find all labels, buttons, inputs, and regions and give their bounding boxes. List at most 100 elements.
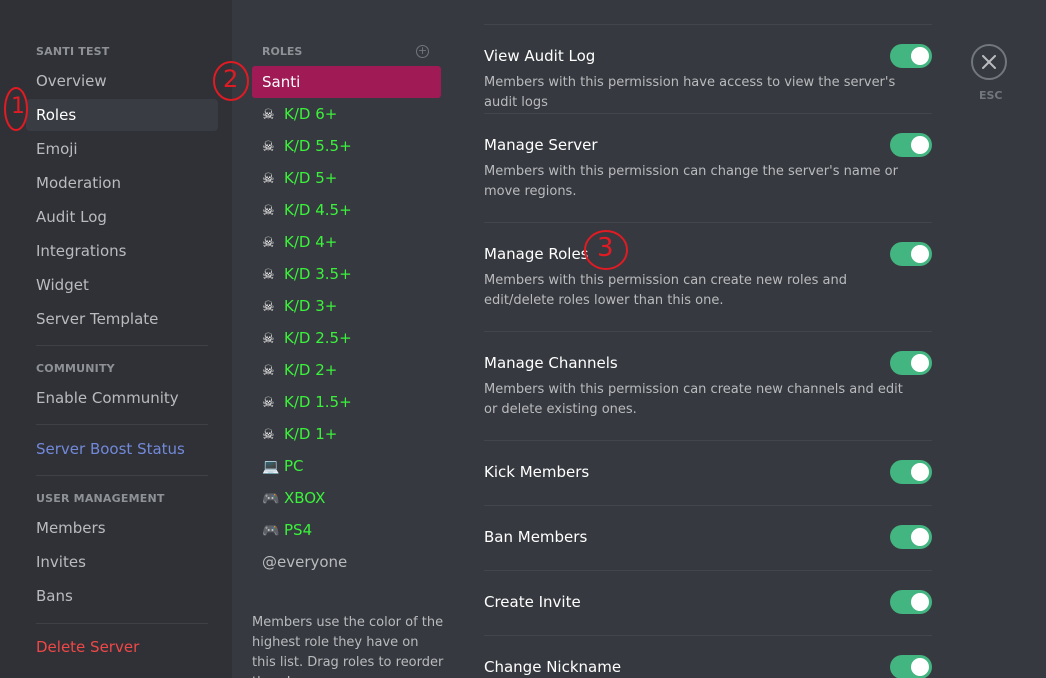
toggle-knob	[911, 593, 929, 611]
annotation-3: 3	[583, 228, 629, 272]
sidebar-item-server-template[interactable]: Server Template	[26, 303, 218, 335]
sidebar-divider	[36, 475, 208, 476]
sidebar-item-server-boost-status[interactable]: Server Boost Status	[26, 433, 218, 465]
permission-divider	[484, 24, 932, 25]
sidebar-item-bans[interactable]: Bans	[26, 580, 218, 612]
role-name: K/D 3+	[284, 297, 338, 315]
permission-toggle-manage-server[interactable]	[890, 133, 932, 157]
permission-toggle-ban-members[interactable]	[890, 525, 932, 549]
role-item-everyone[interactable]: @everyone	[252, 546, 441, 578]
role-item-k-d-3[interactable]: ☠ K/D 3+	[252, 290, 441, 322]
server-name-header: SANTI TEST	[36, 45, 110, 58]
sidebar-item-delete-server[interactable]: Delete Server	[26, 631, 218, 663]
sidebar-item-overview[interactable]: Overview	[26, 65, 218, 97]
skull-icon: ☠	[262, 171, 275, 187]
toggle-knob	[911, 528, 929, 546]
permission-divider	[484, 440, 932, 441]
toggle-knob	[911, 245, 929, 263]
permission-title-create-invite: Create Invite	[484, 593, 581, 611]
permission-toggle-change-nickname[interactable]	[890, 655, 932, 678]
role-item-pc[interactable]: 💻 PC	[252, 450, 441, 482]
toggle-knob	[911, 47, 929, 65]
skull-icon: ☠	[262, 235, 275, 251]
permission-divider	[484, 222, 932, 223]
permission-title-change-nickname: Change Nickname	[484, 658, 622, 676]
role-name: Santi	[262, 73, 301, 91]
sidebar-item-widget[interactable]: Widget	[26, 269, 218, 301]
permission-title-manage-roles: Manage Roles	[484, 245, 589, 263]
role-item-k-d-1-5[interactable]: ☠ K/D 1.5+	[252, 386, 441, 418]
close-button[interactable]	[971, 44, 1007, 80]
roles-hint: Members use the color of the highest rol…	[252, 615, 444, 678]
gamepad-icon: 🎮	[262, 491, 280, 507]
role-name: K/D 3.5+	[284, 265, 352, 283]
roles-header: ROLES	[262, 45, 303, 58]
role-item-k-d-1[interactable]: ☠ K/D 1+	[252, 418, 441, 450]
role-name: K/D 2+	[284, 361, 338, 379]
sidebar-item-emoji[interactable]: Emoji	[26, 133, 218, 165]
role-item-santi[interactable]: Santi	[252, 66, 441, 98]
sidebar-divider	[36, 623, 208, 624]
role-item-k-d-2[interactable]: ☠ K/D 2+	[252, 354, 441, 386]
community-header: COMMUNITY	[36, 362, 115, 375]
role-name: K/D 4+	[284, 233, 338, 251]
permission-toggle-create-invite[interactable]	[890, 590, 932, 614]
role-item-xbox[interactable]: 🎮 XBOX	[252, 482, 441, 514]
annotation-1-label: 1	[11, 94, 25, 119]
role-name: K/D 5+	[284, 169, 338, 187]
skull-icon: ☠	[262, 427, 275, 443]
role-item-k-d-5-5[interactable]: ☠ K/D 5.5+	[252, 130, 441, 162]
role-item-ps4[interactable]: 🎮 PS4	[252, 514, 441, 546]
permission-toggle-kick-members[interactable]	[890, 460, 932, 484]
toggle-knob	[911, 463, 929, 481]
skull-icon: ☠	[262, 267, 275, 283]
role-name: PS4	[284, 521, 313, 539]
permission-title-ban-members: Ban Members	[484, 528, 588, 546]
permission-description: Members with this permission can create …	[484, 382, 903, 417]
permission-title-manage-server: Manage Server	[484, 136, 598, 154]
sidebar-item-roles[interactable]: Roles	[26, 99, 218, 131]
sidebar-item-invites[interactable]: Invites	[26, 546, 218, 578]
permission-toggle-manage-channels[interactable]	[890, 351, 932, 375]
role-item-k-d-3-5[interactable]: ☠ K/D 3.5+	[252, 258, 441, 290]
permission-toggle-manage-roles[interactable]	[890, 242, 932, 266]
permission-title-manage-channels: Manage Channels	[484, 354, 618, 372]
toggle-knob	[911, 658, 929, 676]
role-item-k-d-2-5[interactable]: ☠ K/D 2.5+	[252, 322, 441, 354]
role-item-k-d-4[interactable]: ☠ K/D 4+	[252, 226, 441, 258]
role-item-k-d-4-5[interactable]: ☠ K/D 4.5+	[252, 194, 441, 226]
settings-sidebar: SANTI TEST Overview Roles Emoji Moderati…	[0, 0, 232, 678]
roles-column: ROLES + Santi ☠ K/D 6+ ☠ K/D 5.5+ ☠ K/D 5+ ☠ K/D…	[232, 0, 450, 678]
permission-title-view-audit-log: View Audit Log	[484, 47, 596, 65]
role-name: @everyone	[262, 553, 348, 571]
sidebar-item-members[interactable]: Members	[26, 512, 218, 544]
sidebar-item-integrations[interactable]: Integrations	[26, 235, 218, 267]
skull-icon: ☠	[262, 139, 275, 155]
permission-divider	[484, 113, 932, 114]
permission-description: Members with this permission have access…	[484, 75, 896, 110]
esc-label: ESC	[979, 89, 1003, 102]
permission-divider	[484, 570, 932, 571]
annotation-2: 2	[212, 60, 250, 102]
skull-icon: ☠	[262, 395, 275, 411]
permissions-list: View Audit Log Members with this permissi…	[484, 0, 932, 678]
skull-icon: ☠	[262, 203, 275, 219]
role-item-k-d-6[interactable]: ☠ K/D 6+	[252, 98, 441, 130]
sidebar-item-audit-log[interactable]: Audit Log	[26, 201, 218, 233]
role-name: K/D 1.5+	[284, 393, 352, 411]
annotation-1: 1	[3, 86, 29, 132]
role-name: K/D 2.5+	[284, 329, 352, 347]
role-item-k-d-5[interactable]: ☠ K/D 5+	[252, 162, 441, 194]
sidebar-item-enable-community[interactable]: Enable Community	[26, 382, 218, 414]
role-name: PC	[284, 457, 304, 475]
skull-icon: ☠	[262, 107, 275, 123]
permission-divider	[484, 635, 932, 636]
role-name: K/D 1+	[284, 425, 338, 443]
role-name: K/D 5.5+	[284, 137, 352, 155]
sidebar-item-moderation[interactable]: Moderation	[26, 167, 218, 199]
sidebar-divider	[36, 345, 208, 346]
permission-toggle-view-audit-log[interactable]	[890, 44, 932, 68]
add-role-icon[interactable]: +	[416, 45, 429, 58]
annotation-2-label: 2	[223, 65, 239, 93]
permission-title-kick-members: Kick Members	[484, 463, 590, 481]
